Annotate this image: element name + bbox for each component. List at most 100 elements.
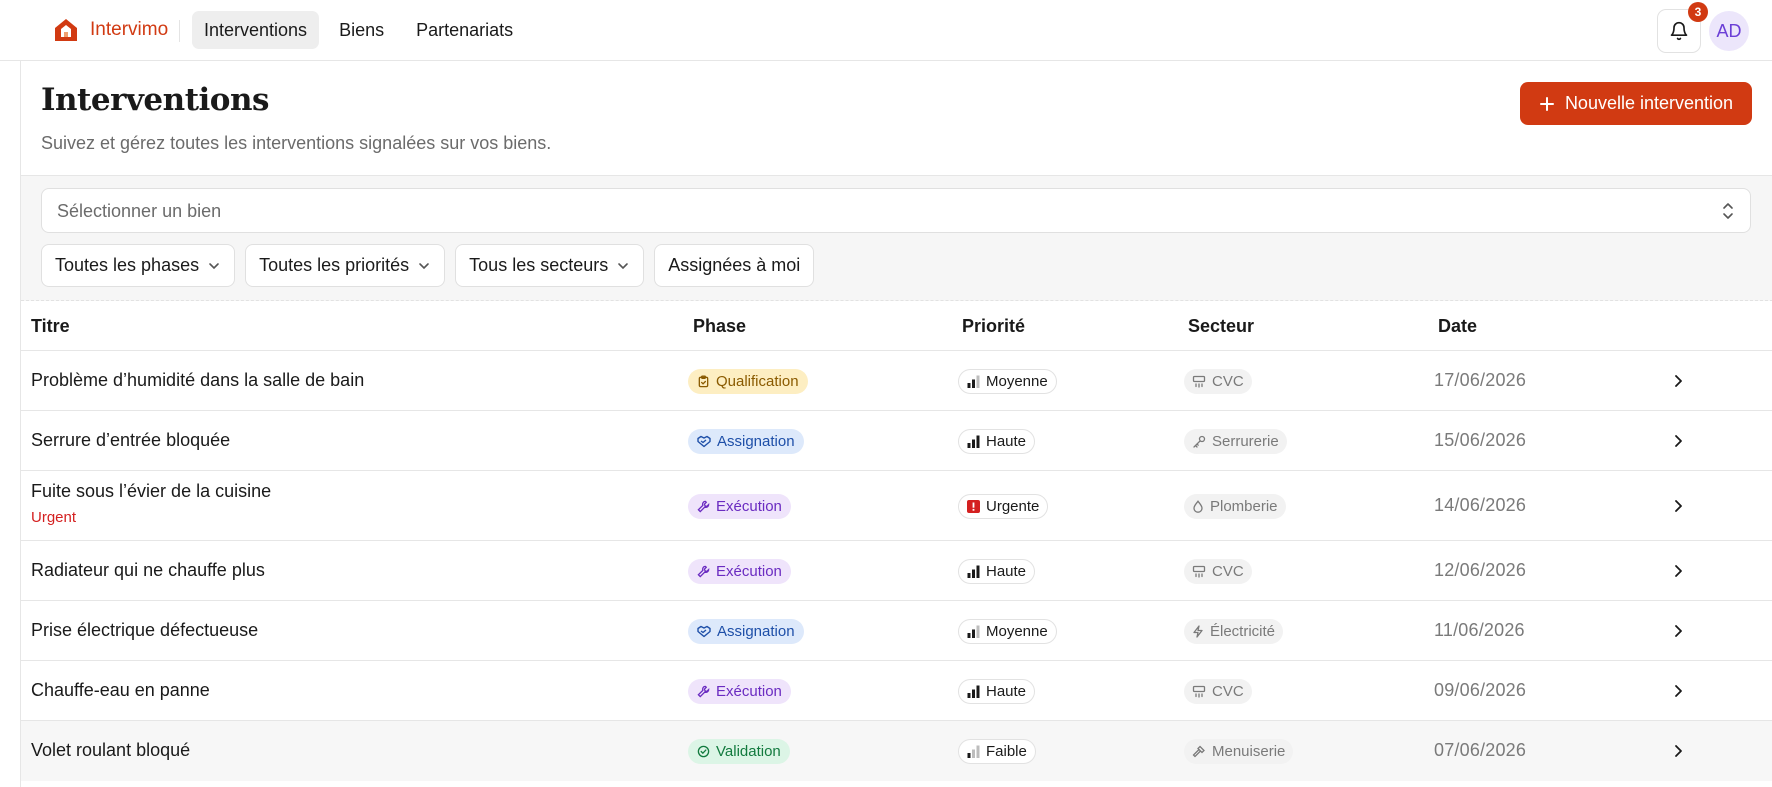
chevron-right-icon[interactable] [1670,498,1686,514]
sector-badge: CVC [1184,558,1252,584]
priority-label: Haute [986,432,1027,450]
chevron-right-icon[interactable] [1670,433,1686,449]
user-avatar[interactable]: AD [1709,11,1749,51]
nav-item-partenariats[interactable]: Partenariats [404,11,525,49]
intervention-date: 12/06/2026 [1434,560,1527,580]
priority-badge: Moyenne [958,618,1057,644]
priority-filter-dropdown[interactable]: Toutes les priorités [245,244,446,287]
phase-label: Exécution [716,497,782,515]
check-circle-icon [697,745,710,757]
sector-badge: Serrurerie [1184,428,1287,454]
handshake-icon [697,435,711,447]
page-subtitle: Suivez et gérez toutes les interventions… [41,133,552,153]
table-body: Problème d’humidité dans la salle de bai… [21,351,1772,781]
sector-filter-label: Tous les secteurs [469,255,609,275]
phase-label: Exécution [716,682,782,700]
page-title: Interventions [41,82,269,118]
sector-label: CVC [1212,372,1244,390]
chevron-right-icon[interactable] [1670,373,1686,389]
filter-bar: Toutes les phases Toutes les priorités T… [41,244,815,287]
intervention-title[interactable]: Chauffe-eau en panne [31,680,210,701]
hvac-icon [1192,375,1206,388]
table-row[interactable]: Serrure d’entrée bloquée Assignation Haute… [21,411,1772,471]
intervention-date: 17/06/2026 [1434,370,1527,390]
alert-square-icon [967,499,980,513]
phase-badge: Exécution [688,558,791,584]
notification-count-badge: 3 [1688,2,1708,22]
intervention-title[interactable]: Prise électrique défectueuse [31,620,258,641]
table-row[interactable]: Volet roulant bloqué Validation Faible Menu… [21,721,1772,781]
phase-badge: Exécution [688,493,791,519]
intervention-date: 07/06/2026 [1434,740,1527,760]
phase-label: Exécution [716,562,782,580]
chevron-right-icon[interactable] [1670,743,1686,759]
phase-label: Assignation [717,432,795,450]
assigned-to-me-label: Assignées à moi [668,255,801,275]
phase-badge: Assignation [688,618,804,644]
phase-label: Validation [716,742,781,760]
chevrons-up-down-icon [1723,203,1733,219]
signal-bars-icon [967,625,980,638]
priority-label: Haute [986,682,1027,700]
table-row[interactable]: Radiateur qui ne chauffe plus Exécution Ha… [21,541,1772,601]
table-row[interactable]: Chauffe-eau en panne Exécution Haute CVC 09/… [21,661,1772,721]
phase-badge: Assignation [688,428,804,454]
bolt-icon [1193,624,1203,638]
sector-label: Électricité [1210,622,1276,640]
bell-icon [1670,21,1688,41]
intervention-title[interactable]: Radiateur qui ne chauffe plus [31,560,265,581]
intervention-title[interactable]: Problème d’humidité dans la salle de bai… [31,370,364,391]
phase-badge: Qualification [688,368,808,394]
chevron-right-icon[interactable] [1670,683,1686,699]
intervention-date: 09/06/2026 [1434,680,1527,700]
brand-link[interactable]: Intervimo [52,16,168,44]
assigned-to-me-toggle[interactable]: Assignées à moi [654,244,815,287]
sector-filter-dropdown[interactable]: Tous les secteurs [455,244,645,287]
priority-badge: Faible [958,738,1036,764]
nav-item-interventions[interactable]: Interventions [192,11,320,49]
nav-divider [179,20,180,42]
sector-label: CVC [1212,562,1244,580]
chevron-down-icon [209,262,219,269]
signal-bars-icon [967,375,980,388]
new-intervention-button[interactable]: Nouvelle intervention [1520,82,1752,125]
sector-label: CVC [1212,682,1244,700]
sector-label: Serrurerie [1212,432,1279,450]
house-logo-icon [55,19,77,41]
chevron-down-icon [419,262,429,269]
signal-bars-icon [967,435,980,448]
intervention-title[interactable]: Fuite sous l’évier de la cuisine [31,481,271,502]
sector-label: Plomberie [1210,497,1278,515]
urgent-flag: Urgent [31,509,77,526]
column-header-sector[interactable]: Secteur [1188,316,1254,337]
chevron-right-icon[interactable] [1670,623,1686,639]
phase-filter-dropdown[interactable]: Toutes les phases [41,244,236,287]
table-row[interactable]: Fuite sous l’évier de la cuisine Urgent Ex… [21,471,1772,541]
signal-bars-icon [967,565,980,578]
column-header-title[interactable]: Titre [31,316,70,337]
hvac-icon [1192,565,1206,578]
priority-badge: Urgente [958,493,1049,519]
nav-item-biens[interactable]: Biens [327,11,396,49]
wrench-icon [697,685,710,698]
priority-badge: Haute [958,678,1036,704]
priority-filter-label: Toutes les priorités [259,255,410,275]
column-header-date[interactable]: Date [1438,316,1477,337]
droplet-icon [1193,499,1203,513]
phase-badge: Validation [688,738,790,764]
chevron-right-icon[interactable] [1670,563,1686,579]
intervention-title[interactable]: Serrure d’entrée bloquée [31,430,230,451]
key-icon [1193,435,1206,448]
table-header: Titre Phase Priorité Secteur Date [21,301,1772,351]
phase-filter-label: Toutes les phases [55,255,200,275]
intervention-date: 14/06/2026 [1434,495,1527,515]
column-header-priority[interactable]: Priorité [962,316,1025,337]
table-row[interactable]: Prise électrique défectueuse Assignation M… [21,601,1772,661]
property-select-placeholder: Sélectionner un bien [57,201,222,221]
table-row[interactable]: Problème d’humidité dans la salle de bai… [21,351,1772,411]
property-select[interactable]: Sélectionner un bien [41,188,1751,233]
sector-badge: Menuiserie [1184,738,1294,764]
intervention-title[interactable]: Volet roulant bloqué [31,740,190,761]
priority-label: Faible [986,742,1027,760]
column-header-phase[interactable]: Phase [693,316,746,337]
